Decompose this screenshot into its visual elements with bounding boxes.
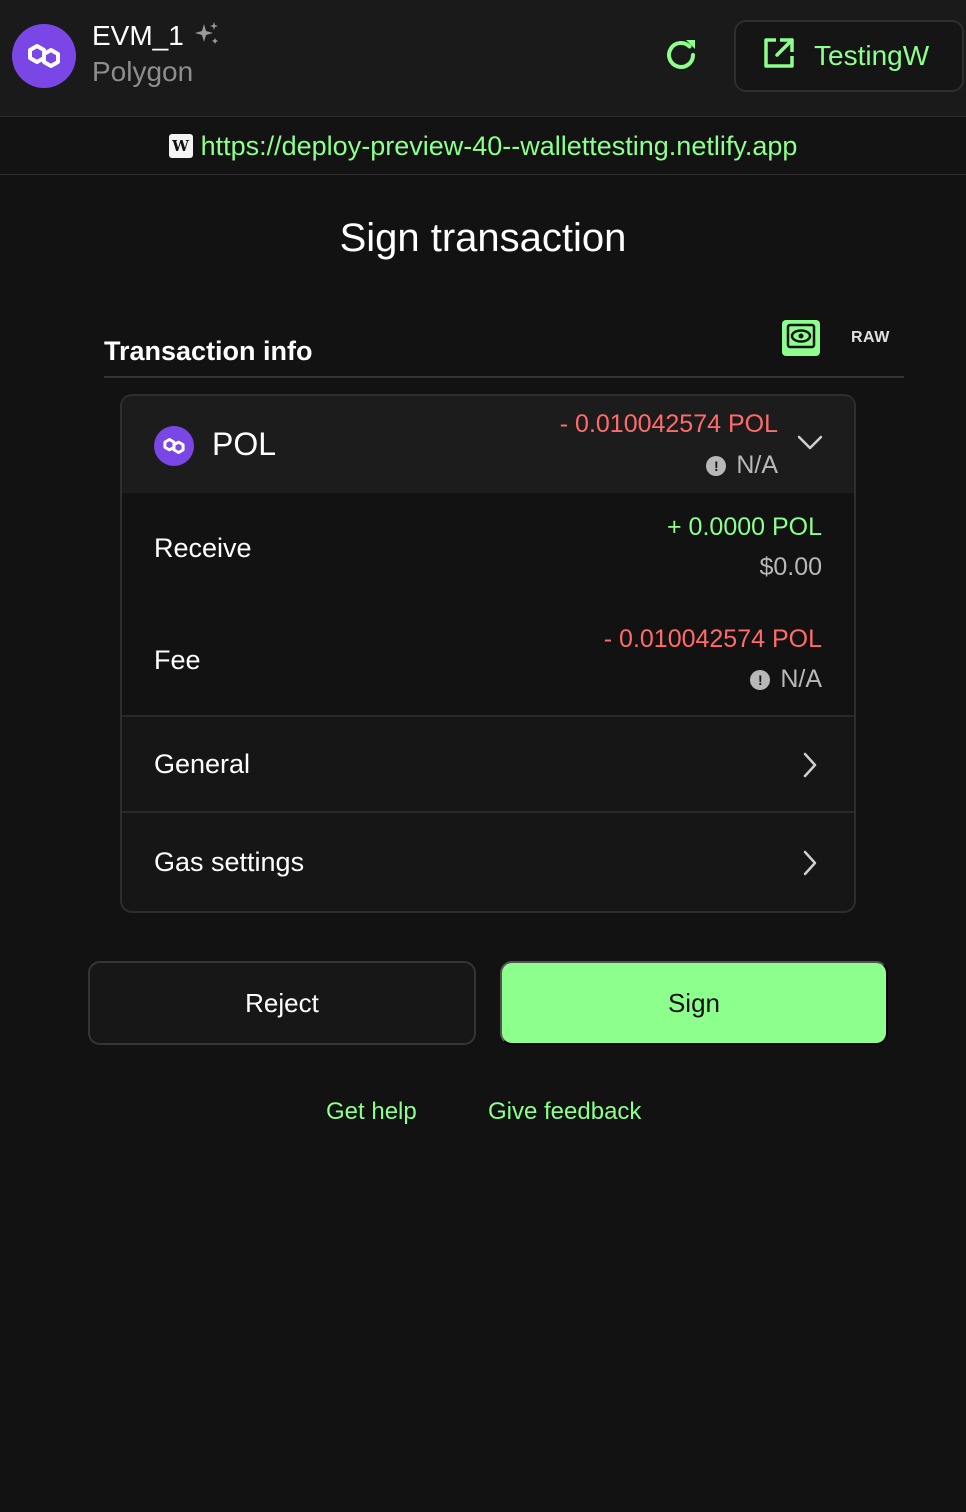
header: EVM_1 Polygon TestingW bbox=[0, 0, 966, 117]
sign-button[interactable]: Sign bbox=[500, 961, 888, 1045]
raw-toggle[interactable]: RAW bbox=[851, 329, 890, 347]
give-feedback-link[interactable]: Give feedback bbox=[488, 1098, 641, 1126]
origin-url[interactable]: https://deploy-preview-40--wallettesting… bbox=[201, 131, 798, 162]
divider bbox=[104, 376, 904, 378]
general-section-label: General bbox=[154, 749, 251, 779]
general-section-row[interactable]: General bbox=[122, 717, 854, 813]
asset-name: POL bbox=[212, 426, 277, 462]
external-link-icon bbox=[762, 36, 796, 77]
asset-details: Receive + 0.0000 POL $0.00 Fee - 0.01004… bbox=[122, 493, 854, 717]
account-name[interactable]: EVM_1 bbox=[92, 20, 220, 52]
chevron-right-icon bbox=[802, 751, 818, 784]
page-title: Sign transaction bbox=[339, 216, 627, 260]
gas-settings-label: Gas settings bbox=[154, 847, 305, 877]
refresh-icon bbox=[662, 36, 700, 79]
asset-usd-label: N/A bbox=[736, 451, 778, 479]
fee-usd-value: ! N/A bbox=[750, 665, 822, 694]
receive-label: Receive bbox=[154, 533, 252, 563]
polygon-logo-icon bbox=[12, 24, 76, 88]
chevron-right-icon bbox=[802, 849, 818, 882]
transaction-card: POL - 0.010042574 POL ! N/A Receive + 0.… bbox=[120, 394, 856, 913]
receive-usd-label: $0.00 bbox=[759, 553, 822, 581]
asset-usd-value: ! N/A bbox=[706, 451, 778, 480]
network-name: Polygon bbox=[92, 56, 194, 87]
fee-label: Fee bbox=[154, 645, 201, 675]
site-favicon-icon: W bbox=[168, 134, 193, 158]
warning-icon: ! bbox=[750, 669, 771, 690]
view-toggle-button[interactable] bbox=[782, 320, 820, 356]
origin-url-bar: W https://deploy-preview-40--wallettesti… bbox=[0, 118, 966, 175]
wallet-button-label: TestingW bbox=[814, 40, 930, 71]
sign-transaction-page: EVM_1 Polygon TestingW W https://deploy-… bbox=[0, 0, 966, 1512]
open-wallet-button[interactable]: TestingW bbox=[734, 20, 964, 92]
reject-button[interactable]: Reject bbox=[88, 961, 476, 1045]
gas-settings-row[interactable]: Gas settings bbox=[122, 815, 854, 911]
sparkle-icon bbox=[194, 21, 220, 52]
get-help-link[interactable]: Get help bbox=[326, 1098, 417, 1126]
receive-amount: + 0.0000 POL bbox=[667, 513, 822, 541]
transaction-info-heading: Transaction info bbox=[104, 336, 313, 366]
warning-icon: ! bbox=[706, 455, 727, 476]
account-name-label: EVM_1 bbox=[92, 20, 184, 51]
receive-usd-value: $0.00 bbox=[759, 553, 822, 582]
refresh-button[interactable] bbox=[660, 36, 702, 78]
eye-icon bbox=[786, 323, 816, 354]
chevron-down-icon[interactable] bbox=[796, 434, 824, 457]
asset-summary-row[interactable]: POL - 0.010042574 POL ! N/A bbox=[122, 396, 854, 493]
pol-token-icon bbox=[154, 426, 194, 466]
fee-usd-label: N/A bbox=[780, 665, 822, 693]
fee-amount: - 0.010042574 POL bbox=[603, 625, 822, 653]
asset-amount: - 0.010042574 POL bbox=[559, 410, 778, 438]
